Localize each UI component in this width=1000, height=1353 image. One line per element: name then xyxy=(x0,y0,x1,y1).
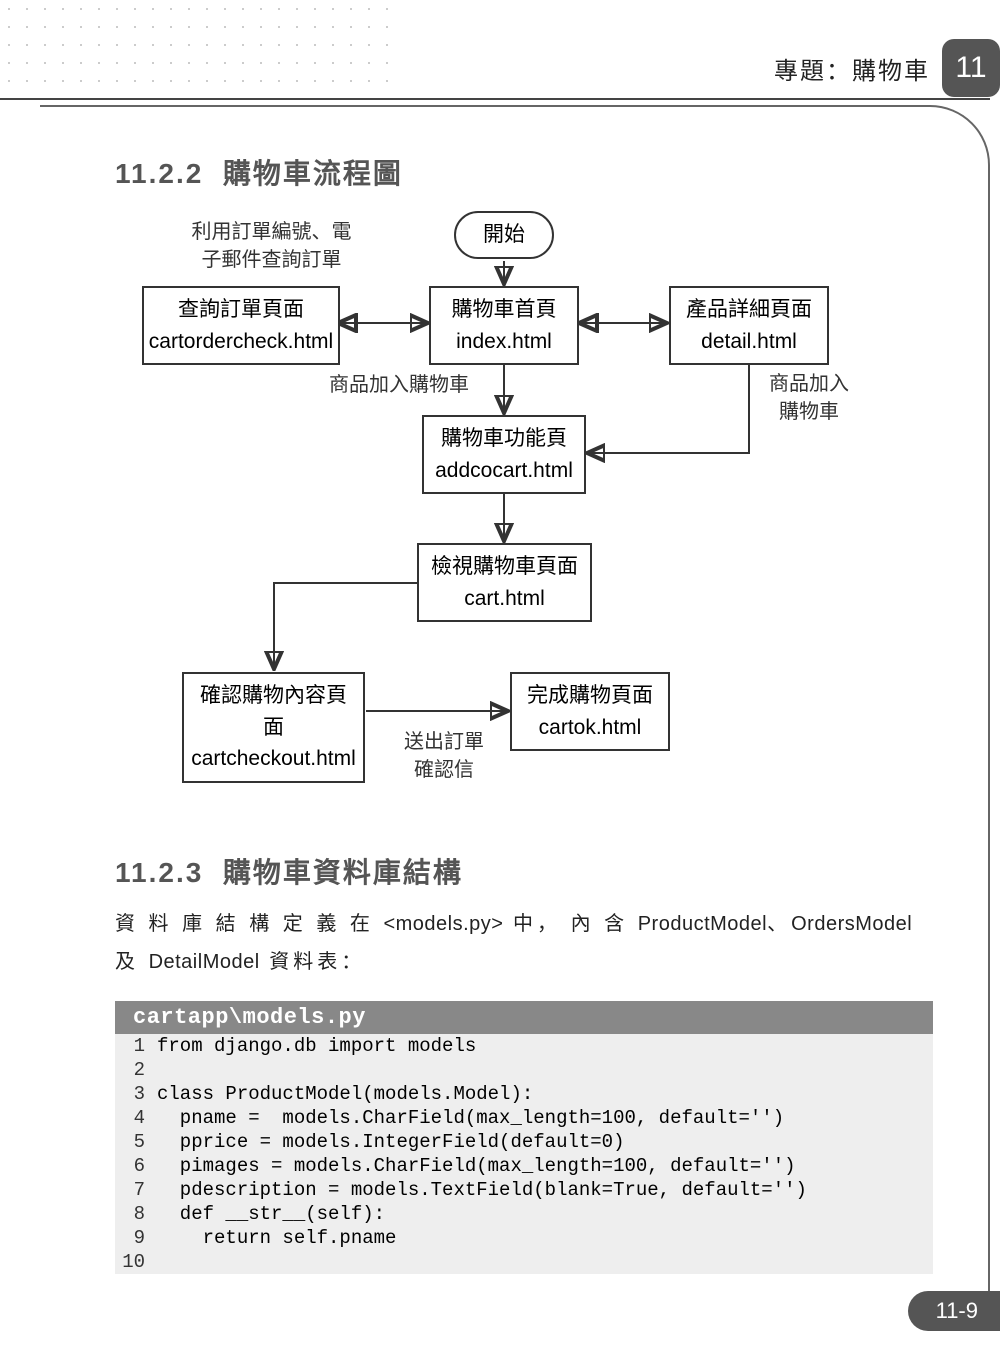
flow-check-title: 查詢訂單頁面 xyxy=(178,294,304,326)
flow-node-detail: 產品詳細頁面 detail.html xyxy=(669,286,829,365)
flow-node-view: 檢視購物車頁面 cart.html xyxy=(417,543,592,622)
code-block: cartapp\models.py 1from django.db import… xyxy=(115,1001,933,1274)
p-sep-1: 、 xyxy=(767,913,791,935)
line-content xyxy=(157,1058,933,1082)
line-number: 4 xyxy=(115,1106,157,1130)
flow-ok-file: cartok.html xyxy=(539,712,642,744)
chapter-header: 專題：購物車 11 xyxy=(40,38,1000,98)
line-content: pimages = models.CharField(max_length=10… xyxy=(157,1154,933,1178)
code-line: 1from django.db import models xyxy=(115,1034,933,1058)
flow-node-start: 開始 xyxy=(454,211,554,259)
code-line: 9 return self.pname xyxy=(115,1226,933,1250)
code-line: 4 pname = models.CharField(max_length=10… xyxy=(115,1106,933,1130)
p-text-3: 及 xyxy=(115,951,149,973)
code-line: 2 xyxy=(115,1058,933,1082)
code-line: 6 pimages = models.CharField(max_length=… xyxy=(115,1154,933,1178)
flow-node-confirm: 確認購物內容頁面 cartcheckout.html xyxy=(182,672,365,783)
flow-detail-file: detail.html xyxy=(701,326,797,358)
flow-detail-title: 產品詳細頁面 xyxy=(686,294,812,326)
line-number: 10 xyxy=(115,1250,157,1274)
flowchart-diagram: 開始 利用訂單編號、電子郵件查詢訂單 查詢訂單頁面 cartordercheck… xyxy=(134,206,914,816)
line-number: 1 xyxy=(115,1034,157,1058)
section-title-2: 購物車資料庫結構 xyxy=(223,857,463,888)
code-file-path: cartapp\models.py xyxy=(115,1001,933,1034)
flow-view-file: cart.html xyxy=(464,583,545,615)
code-line: 7 pdescription = models.TextField(blank=… xyxy=(115,1178,933,1202)
line-content xyxy=(157,1250,933,1274)
flow-func-title: 購物車功能頁 xyxy=(441,423,567,455)
code-table: 1from django.db import models23class Pro… xyxy=(115,1034,933,1274)
section-number-2: 11.2.3 xyxy=(115,857,203,888)
p-text-1: 資 料 庫 結 構 定 義 在 xyxy=(115,913,383,935)
line-number: 8 xyxy=(115,1202,157,1226)
p-text-2: 中， 內 含 xyxy=(503,913,637,935)
flow-index-title: 購物車首頁 xyxy=(452,294,557,326)
flow-start-label: 開始 xyxy=(483,219,525,251)
chapter-title: 專題：購物車 xyxy=(774,51,930,86)
line-number: 2 xyxy=(115,1058,157,1082)
line-content: def __str__(self): xyxy=(157,1202,933,1226)
flow-node-index: 購物車首頁 index.html xyxy=(429,286,579,365)
line-content: pprice = models.IntegerField(default=0) xyxy=(157,1130,933,1154)
section-number: 11.2.2 xyxy=(115,158,203,189)
code-line: 5 pprice = models.IntegerField(default=0… xyxy=(115,1130,933,1154)
chapter-number-badge: 11 xyxy=(942,39,1000,97)
section-heading-2: 11.2.3 購物車資料庫結構 xyxy=(115,851,933,891)
flow-node-check: 查詢訂單頁面 cartordercheck.html xyxy=(142,286,340,365)
flow-view-title: 檢視購物車頁面 xyxy=(431,551,578,583)
section-title: 購物車流程圖 xyxy=(223,158,403,189)
flow-note-add-right: 商品加入購物車 xyxy=(759,370,859,426)
flow-note-query: 利用訂單編號、電子郵件查詢訂單 xyxy=(179,218,364,274)
line-number: 3 xyxy=(115,1082,157,1106)
flow-note-add-left: 商品加入購物車 xyxy=(329,371,469,399)
p-file: <models.py> xyxy=(383,913,503,935)
line-number: 9 xyxy=(115,1226,157,1250)
code-line: 3class ProductModel(models.Model): xyxy=(115,1082,933,1106)
line-content: pdescription = models.TextField(blank=Tr… xyxy=(157,1178,933,1202)
line-content: class ProductModel(models.Model): xyxy=(157,1082,933,1106)
db-paragraph: 資 料 庫 結 構 定 義 在 <models.py> 中， 內 含 Produ… xyxy=(115,905,933,981)
flow-func-file: addcocart.html xyxy=(435,455,573,487)
page-number-badge: 11-9 xyxy=(908,1291,1000,1331)
line-number: 7 xyxy=(115,1178,157,1202)
code-line: 10 xyxy=(115,1250,933,1274)
p-model-3: DetailModel xyxy=(149,951,260,973)
flow-check-file: cartordercheck.html xyxy=(149,326,333,358)
p-model-2: OrdersModel xyxy=(791,913,912,935)
flow-index-file: index.html xyxy=(456,326,552,358)
flow-node-ok: 完成購物頁面 cartok.html xyxy=(510,672,670,751)
flow-note-send: 送出訂單確認信 xyxy=(394,728,494,784)
line-content: pname = models.CharField(max_length=100,… xyxy=(157,1106,933,1130)
header-underline xyxy=(0,98,990,100)
section-heading-1: 11.2.2 購物車流程圖 xyxy=(115,152,933,192)
flow-confirm-title: 確認購物內容頁面 xyxy=(194,680,353,743)
p-model-1: ProductModel xyxy=(638,913,767,935)
flow-ok-title: 完成購物頁面 xyxy=(527,680,653,712)
p-text-4: 資料表： xyxy=(260,951,366,973)
line-number: 6 xyxy=(115,1154,157,1178)
line-content: from django.db import models xyxy=(157,1034,933,1058)
line-content: return self.pname xyxy=(157,1226,933,1250)
flow-confirm-file: cartcheckout.html xyxy=(191,743,356,775)
page-content: 11.2.2 購物車流程圖 xyxy=(40,105,990,1323)
line-number: 5 xyxy=(115,1130,157,1154)
code-line: 8 def __str__(self): xyxy=(115,1202,933,1226)
flow-node-func: 購物車功能頁 addcocart.html xyxy=(422,415,586,494)
